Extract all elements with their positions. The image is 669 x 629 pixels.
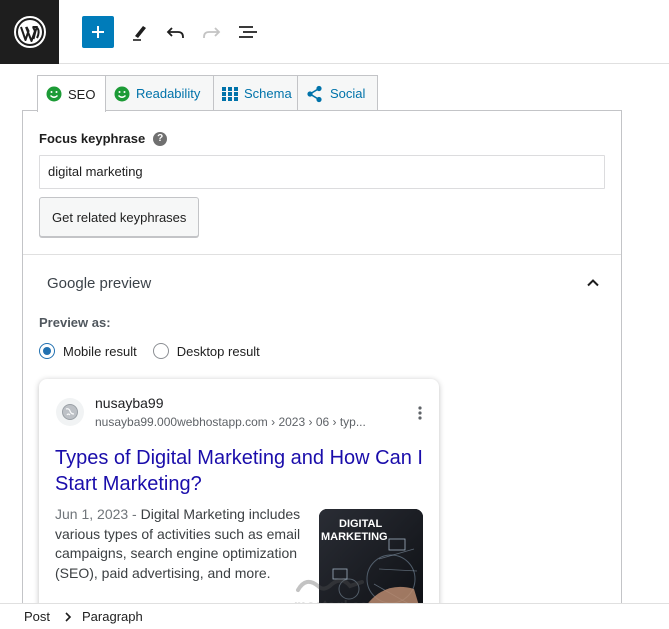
list-view-icon [239,26,257,38]
undo-icon [166,27,184,38]
mobile-result-radio[interactable] [39,343,55,359]
smiley-green-icon [46,86,62,102]
chevron-up-icon[interactable] [585,275,601,296]
get-related-keyphrases-button[interactable]: Get related keyphrases [39,197,200,237]
serp-site-name: nusayba99 [95,395,164,411]
seo-panel: Focus keyphrase ? digital marketing Get … [22,110,622,619]
yoast-tabs: SEO Readability Schema Social [37,75,378,112]
serp-date-sep: - [128,506,141,522]
grid-icon [222,86,238,102]
undo-button[interactable] [160,16,192,48]
tab-label: Readability [136,86,201,101]
preview-mode-radios: Mobile result Desktop result [39,343,260,359]
redo-icon [203,27,221,38]
tab-schema[interactable]: Schema [214,75,298,111]
editor-toolbar [0,0,669,64]
globe-icon [56,398,84,426]
breadcrumb-paragraph[interactable]: Paragraph [82,609,143,624]
tab-social[interactable]: Social [298,75,378,111]
serp-preview-card: nusayba99 nusayba99.000webhostapp.com › … [39,379,439,619]
desktop-result-radio[interactable] [152,343,169,359]
tab-label: Schema [244,86,292,101]
editor-frame: SEO Readability Schema Social Focus keyp… [0,0,669,629]
tab-label: SEO [68,86,96,102]
help-icon[interactable]: ? [153,131,168,146]
focus-keyphrase-input[interactable]: digital marketing [39,155,605,189]
tab-label: Social [330,86,366,101]
more-options-icon[interactable] [417,405,423,426]
mobile-result-label[interactable]: Mobile result [63,344,137,359]
section-divider [23,254,621,255]
serp-title[interactable]: Types of Digital Marketing and How Can I… [55,445,427,497]
chevron-right-icon [64,611,72,622]
preview-as-label: Preview as: [39,315,111,330]
wordpress-logo-icon[interactable] [0,0,59,64]
pencil-icon [133,26,146,41]
share-icon [306,85,324,103]
serp-date: Jun 1, 2023 [55,506,129,522]
smiley-green-icon [114,86,130,102]
block-breadcrumb: Post Paragraph [0,603,669,629]
focus-keyphrase-label: Focus keyphrase ? [39,131,168,146]
document-overview-button[interactable] [232,16,264,48]
thumb-text-1: DIGITAL [339,518,382,530]
google-preview-heading[interactable]: Google preview [47,275,151,292]
redo-button[interactable] [195,16,227,48]
focus-keyphrase-text: Focus keyphrase [39,131,146,146]
serp-url: nusayba99.000webhostapp.com › 2023 › 06 … [95,415,366,429]
desktop-result-label[interactable]: Desktop result [177,344,260,359]
thumb-text-2: MARKETING [321,531,388,543]
add-block-button[interactable] [82,16,114,48]
tab-readability[interactable]: Readability [106,75,214,111]
breadcrumb-post[interactable]: Post [0,609,50,624]
plus-icon [92,26,104,38]
tools-button[interactable] [124,16,156,48]
serp-description: Jun 1, 2023 - Digital Marketing includes… [55,505,305,583]
tab-seo[interactable]: SEO [37,75,106,112]
